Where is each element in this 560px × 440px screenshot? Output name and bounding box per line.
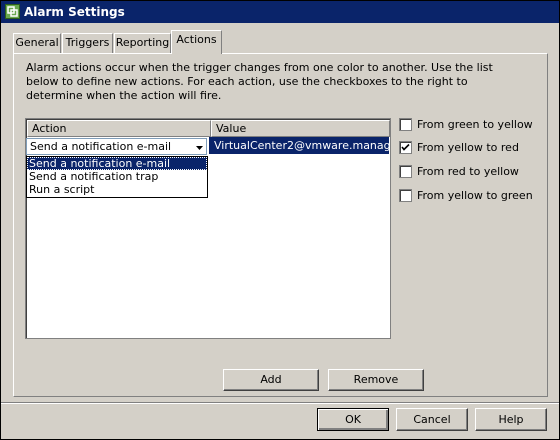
column-header-action-label: Action <box>32 122 67 135</box>
tab-general-label: General <box>15 36 59 49</box>
tab-general[interactable]: General <box>13 33 61 53</box>
tab-triggers[interactable]: Triggers <box>62 33 113 53</box>
column-header-action[interactable]: Action <box>27 120 211 137</box>
checkbox-red-to-yellow[interactable] <box>399 165 412 178</box>
ok-button[interactable]: OK <box>317 408 389 431</box>
vmware-alarm-icon <box>5 4 20 19</box>
tab-reporting[interactable]: Reporting <box>114 33 171 53</box>
cancel-button[interactable]: Cancel <box>396 408 468 431</box>
remove-button[interactable]: Remove <box>328 369 424 391</box>
action-combo-value: Send a notification e-mail <box>30 140 172 153</box>
tab-actions[interactable]: Actions <box>171 30 222 54</box>
column-header-value[interactable]: Value <box>211 120 390 137</box>
tab-triggers-label: Triggers <box>65 36 110 49</box>
chevron-down-icon[interactable] <box>195 141 204 150</box>
action-combo[interactable]: Send a notification e-mail <box>26 138 207 155</box>
actions-description: Alarm actions occur when the trigger cha… <box>26 61 493 102</box>
tab-reporting-label: Reporting <box>115 36 170 49</box>
dropdown-option-script[interactable]: Run a script <box>27 183 207 196</box>
dropdown-option-email[interactable]: Send a notification e-mail <box>27 157 207 170</box>
checkbox-green-to-yellow[interactable] <box>399 118 412 131</box>
checkbox-label: From yellow to green <box>417 189 533 202</box>
add-button[interactable]: Add <box>223 369 319 391</box>
window-title: Alarm Settings <box>24 5 125 19</box>
column-header-value-label: Value <box>216 122 247 135</box>
action-dropdown-list[interactable]: Send a notification e-mail Send a notifi… <box>26 156 208 198</box>
table-cell-value: VirtualCenter2@vmware.manag... <box>214 139 389 152</box>
checkmark-icon <box>401 143 410 151</box>
checkbox-label: From green to yellow <box>417 118 533 131</box>
button-separator <box>1 402 559 404</box>
table-row-value[interactable]: VirtualCenter2@vmware.manag... <box>209 137 389 154</box>
checkbox-yellow-to-green[interactable] <box>399 189 412 202</box>
title-bar[interactable]: Alarm Settings <box>1 1 559 23</box>
dropdown-option-trap[interactable]: Send a notification trap <box>27 170 207 183</box>
alarm-settings-dialog: Alarm Settings General Triggers Reportin… <box>0 0 560 440</box>
help-button[interactable]: Help <box>475 408 547 431</box>
checkbox-yellow-to-red[interactable] <box>399 141 412 154</box>
checkbox-label: From yellow to red <box>417 141 519 154</box>
tab-actions-label: Actions <box>176 33 217 46</box>
checkbox-label: From red to yellow <box>417 165 519 178</box>
